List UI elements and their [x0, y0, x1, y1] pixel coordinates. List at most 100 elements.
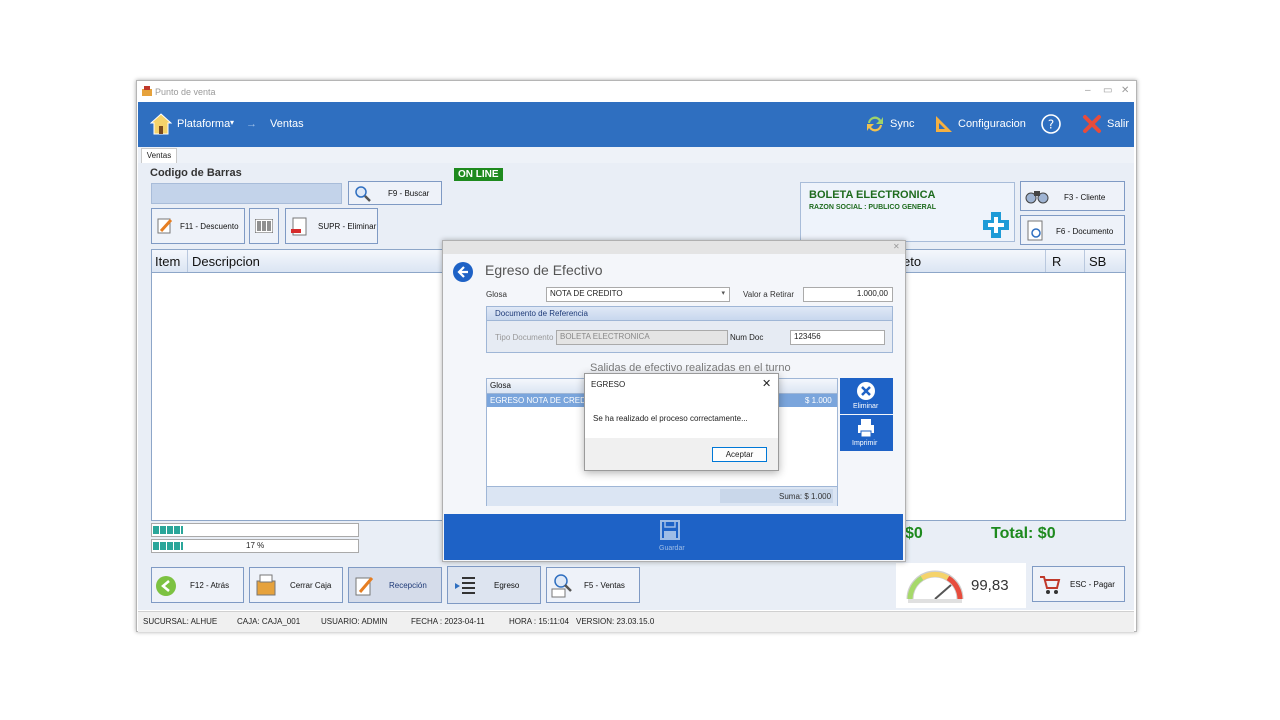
list-arrow-icon [455, 577, 475, 594]
pencil-icon [157, 218, 173, 234]
breadcrumb-ventas[interactable]: Ventas [270, 118, 304, 130]
cliente-button[interactable]: F3 - Cliente [1020, 181, 1125, 211]
ribbon: Plataforma ▾ → Ventas Sync Configuracion… [138, 102, 1134, 147]
message-box: EGRESO ✕ Se ha realizado el proceso corr… [584, 373, 779, 471]
eliminar-salida-label: Eliminar [853, 403, 879, 410]
close-button[interactable]: ✕ [1121, 85, 1129, 96]
svg-text:?: ? [1048, 118, 1054, 132]
cliente-label: F3 - Cliente [1064, 193, 1106, 202]
tab-ventas[interactable]: Ventas [141, 148, 177, 164]
eliminar-button[interactable]: SUPR - Eliminar [285, 208, 378, 244]
chevron-down-icon: ▾ [230, 118, 235, 127]
chevron-down-icon: ▾ [721, 290, 725, 297]
breadcrumb-arrow: → [246, 118, 257, 130]
barcode-input[interactable] [151, 183, 342, 204]
title-bar: Punto de venta – ▭ ✕ [137, 81, 1136, 102]
recepcion-label: Recepción [389, 581, 427, 590]
gauge-value: 99,83 [971, 577, 1009, 594]
window-title: Punto de venta [155, 87, 216, 97]
subtotal-value: $0 [905, 525, 923, 542]
salidas-col-glosa: Glosa [490, 381, 511, 390]
progress-percent: 17 % [246, 541, 265, 550]
pagar-label: ESC - Pagar [1070, 580, 1115, 589]
razon-social: RAZON SOCIAL : PUBLICO GENERAL [809, 204, 937, 211]
atras-label: F12 - Atrás [190, 581, 230, 590]
buscar-label: F9 - Buscar [388, 189, 430, 198]
exit-icon[interactable] [1082, 114, 1102, 134]
glosa-value: NOTA DE CREDITO [550, 289, 623, 298]
minimize-button[interactable]: – [1085, 85, 1091, 96]
help-icon[interactable]: ? [1041, 114, 1061, 134]
maximize-button[interactable]: ▭ [1103, 85, 1112, 96]
col-item: Item [155, 254, 181, 269]
tipo-doc-field: BOLETA ELECTRONICA [556, 330, 728, 345]
num-doc-label: Num Doc [730, 333, 764, 342]
egreso-dialog-close[interactable]: ✕ [893, 242, 900, 251]
document-search-icon [1027, 220, 1043, 241]
barcode-label: Codigo de Barras [150, 167, 242, 179]
salir-button[interactable]: Salir [1107, 118, 1129, 130]
glosa-select[interactable]: NOTA DE CREDITO ▾ [546, 287, 730, 302]
progress-bar-2: 17 % [151, 539, 359, 553]
back-circle-icon[interactable] [452, 261, 474, 283]
config-icon[interactable] [934, 114, 954, 134]
col-r: R [1052, 254, 1062, 269]
progress-fill-2 [153, 542, 183, 550]
valor-input[interactable]: 1.000,00 [803, 287, 893, 302]
referencia-group: Documento de Referencia Tipo Documento B… [486, 306, 893, 353]
col-sb: SB [1089, 254, 1107, 269]
sync-button[interactable]: Sync [890, 118, 914, 130]
total-value: Total: $0 [991, 525, 1056, 542]
eliminar-salida-button[interactable]: Eliminar [840, 378, 893, 414]
magnifier-icon [355, 186, 371, 202]
guardar-button[interactable]: Guardar [650, 518, 690, 556]
salidas-suma: Suma: $ 1.000 [779, 492, 832, 501]
status-sucursal: SUCURSAL: ALHUE [143, 617, 218, 626]
sync-icon[interactable] [865, 114, 885, 134]
close-circle-icon [857, 382, 875, 400]
app-icon [142, 86, 152, 96]
status-hora: HORA : 15:11:04 [509, 617, 569, 626]
message-box-close[interactable]: ✕ [762, 377, 771, 390]
salidas-row-amount: $ 1.000 [805, 396, 832, 405]
status-caja: CAJA: CAJA_001 [237, 617, 301, 626]
configuracion-button[interactable]: Configuracion [958, 118, 1026, 130]
salidas-footer: Suma: $ 1.000 [487, 486, 837, 506]
back-arrow-icon [156, 576, 176, 596]
progress-fill-1 [153, 526, 183, 534]
referencia-header: Documento de Referencia [487, 307, 892, 321]
imprimir-button[interactable]: Imprimir [840, 415, 893, 451]
referencia-title: Documento de Referencia [495, 309, 588, 318]
message-box-title: EGRESO [591, 380, 626, 389]
barcode-button[interactable] [249, 208, 279, 244]
documento-button[interactable]: F6 - Documento [1020, 215, 1125, 245]
f5-ventas-button[interactable]: F5 - Ventas [546, 567, 640, 603]
printer-icon [858, 419, 874, 438]
guardar-label: Guardar [659, 545, 685, 552]
medical-cross-icon [983, 212, 1009, 238]
egreso-dialog-titlebar: ✕ [443, 241, 905, 254]
home-icon [150, 113, 172, 135]
col-descripcion: Descripcion [192, 254, 260, 269]
buscar-button[interactable]: F9 - Buscar [348, 181, 442, 205]
sales-search-icon [551, 574, 572, 598]
plataforma-menu[interactable]: Plataforma [177, 118, 230, 130]
eliminar-label: SUPR - Eliminar [318, 222, 377, 231]
num-doc-input[interactable]: 123456 [790, 330, 885, 345]
cerrar-caja-button[interactable]: Cerrar Caja [249, 567, 343, 603]
atras-button[interactable]: F12 - Atrás [151, 567, 244, 603]
recepcion-button[interactable]: Recepción [348, 567, 442, 603]
cart-icon [1040, 576, 1061, 594]
progress-bar-1 [151, 523, 359, 537]
gauge-panel: 99,83 [896, 563, 1026, 608]
aceptar-button[interactable]: Aceptar [712, 447, 767, 462]
egreso-button[interactable]: Egreso [447, 566, 541, 604]
boleta-title: BOLETA ELECTRONICA [809, 189, 936, 201]
status-usuario: USUARIO: ADMIN [321, 617, 388, 626]
tipo-doc-label: Tipo Documento [495, 333, 554, 342]
descuento-button[interactable]: F11 - Descuento [151, 208, 245, 244]
pagar-button[interactable]: ESC - Pagar [1032, 566, 1125, 602]
gauge-icon [906, 570, 964, 603]
descuento-label: F11 - Descuento [180, 222, 239, 231]
status-fecha: FECHA : 2023-04-11 [411, 617, 485, 626]
